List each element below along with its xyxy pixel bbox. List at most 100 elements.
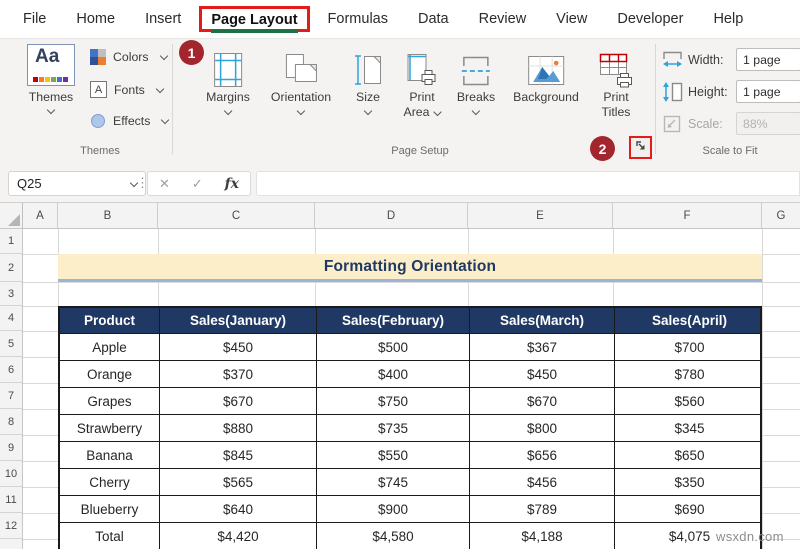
cell[interactable]: $350 [615, 469, 764, 495]
tab-developer[interactable]: Developer [602, 11, 698, 27]
header-cell[interactable]: Product [60, 308, 160, 333]
cell[interactable]: $900 [317, 496, 470, 522]
cell[interactable]: $565 [160, 469, 317, 495]
colors-label: Colors [113, 50, 149, 64]
breaks-button[interactable]: Breaks [457, 44, 495, 114]
print-area-button[interactable]: Print Area [404, 44, 441, 120]
page-setup-group-label: Page Setup [391, 145, 449, 157]
cell[interactable]: $656 [470, 442, 615, 468]
enter-icon[interactable]: ✓ [192, 176, 203, 192]
row-header-9[interactable]: 9 [0, 435, 22, 461]
cell[interactable]: $845 [160, 442, 317, 468]
cell[interactable]: $345 [615, 415, 764, 441]
fonts-button[interactable]: A Fonts [90, 81, 163, 98]
cell[interactable]: $450 [470, 361, 615, 387]
cell[interactable]: Banana [60, 442, 160, 468]
background-button[interactable]: Background [513, 44, 579, 105]
cell[interactable]: Total [60, 523, 160, 549]
themes-button[interactable]: Aa Themes [16, 44, 86, 113]
colors-button[interactable]: Colors [90, 49, 167, 65]
row-header-10[interactable]: 10 [0, 461, 22, 487]
row-header-4[interactable]: 4 [0, 306, 22, 331]
cancel-icon[interactable]: ✕ [159, 176, 170, 192]
column-header-d[interactable]: D [315, 203, 468, 228]
cell[interactable]: $4,420 [160, 523, 317, 549]
header-cell[interactable]: Sales(January) [160, 308, 317, 333]
column-header-f[interactable]: F [613, 203, 762, 228]
cell[interactable]: $780 [615, 361, 764, 387]
row-header-3[interactable]: 3 [0, 282, 22, 306]
column-header-g[interactable]: G [762, 203, 800, 228]
cell[interactable]: $4,580 [317, 523, 470, 549]
name-box[interactable]: Q25 [8, 171, 146, 196]
tab-view[interactable]: View [541, 11, 602, 27]
page-setup-dialog-launcher[interactable] [629, 136, 652, 159]
cell[interactable]: $670 [160, 388, 317, 414]
column-header-e[interactable]: E [468, 203, 613, 228]
cell[interactable]: $450 [160, 334, 317, 360]
cell[interactable]: $4,188 [470, 523, 615, 549]
select-all-corner[interactable] [0, 203, 23, 228]
tab-file[interactable]: File [8, 11, 61, 27]
orientation-button[interactable]: Orientation [271, 44, 331, 114]
tab-formulas[interactable]: Formulas [313, 11, 403, 27]
cell[interactable]: $789 [470, 496, 615, 522]
height-value: 1 page [743, 85, 781, 99]
row-header-8[interactable]: 8 [0, 409, 22, 435]
cell[interactable]: Blueberry [60, 496, 160, 522]
width-input[interactable]: 1 page [736, 48, 800, 71]
row-header-1[interactable]: 1 [0, 229, 22, 254]
height-icon [661, 81, 684, 103]
tab-insert[interactable]: Insert [130, 11, 196, 27]
column-header-b[interactable]: B [58, 203, 158, 228]
cell[interactable]: $745 [317, 469, 470, 495]
cell[interactable]: Orange [60, 361, 160, 387]
row-header-11[interactable]: 11 [0, 487, 22, 513]
cell[interactable]: $640 [160, 496, 317, 522]
cell[interactable]: $550 [317, 442, 470, 468]
row-header-12[interactable]: 12 [0, 513, 22, 539]
header-cell[interactable]: Sales(March) [470, 308, 615, 333]
cell[interactable]: $880 [160, 415, 317, 441]
tab-help[interactable]: Help [698, 11, 758, 27]
cell[interactable]: Apple [60, 334, 160, 360]
row-header-5[interactable]: 5 [0, 331, 22, 357]
orientation-icon [283, 44, 319, 88]
tab-home[interactable]: Home [61, 11, 130, 27]
cell[interactable]: Cherry [60, 469, 160, 495]
row-header-6[interactable]: 6 [0, 357, 22, 383]
cell[interactable]: $370 [160, 361, 317, 387]
cell[interactable]: $456 [470, 469, 615, 495]
cell[interactable]: $700 [615, 334, 764, 360]
cell[interactable]: $670 [470, 388, 615, 414]
header-cell[interactable]: Sales(February) [317, 308, 470, 333]
formula-input[interactable] [256, 171, 800, 196]
title-banner-cell[interactable]: Formatting Orientation [58, 254, 762, 282]
column-header-c[interactable]: C [158, 203, 315, 228]
cell[interactable]: $800 [470, 415, 615, 441]
cell[interactable]: $560 [615, 388, 764, 414]
margins-button[interactable]: Margins [206, 44, 250, 114]
height-input[interactable]: 1 page [736, 80, 800, 103]
tab-review[interactable]: Review [464, 11, 542, 27]
cell[interactable]: $500 [317, 334, 470, 360]
cell[interactable]: $367 [470, 334, 615, 360]
row-header-2[interactable]: 2 [0, 254, 22, 282]
table-header-row: Product Sales(January) Sales(February) S… [60, 308, 760, 334]
effects-button[interactable]: Effects [90, 113, 168, 129]
cell[interactable]: Strawberry [60, 415, 160, 441]
cell[interactable]: $690 [615, 496, 764, 522]
tab-data[interactable]: Data [403, 11, 464, 27]
cell[interactable]: $750 [317, 388, 470, 414]
row-header-7[interactable]: 7 [0, 383, 22, 409]
cell[interactable]: Grapes [60, 388, 160, 414]
cell[interactable]: $650 [615, 442, 764, 468]
tab-page-layout[interactable]: Page Layout [211, 12, 297, 33]
print-titles-button[interactable]: Print Titles [598, 44, 634, 120]
header-cell[interactable]: Sales(April) [615, 308, 764, 333]
insert-function-icon[interactable]: fx [225, 176, 239, 192]
cell[interactable]: $400 [317, 361, 470, 387]
cell[interactable]: $735 [317, 415, 470, 441]
size-button[interactable]: Size [354, 44, 382, 114]
column-header-a[interactable]: A [23, 203, 58, 228]
